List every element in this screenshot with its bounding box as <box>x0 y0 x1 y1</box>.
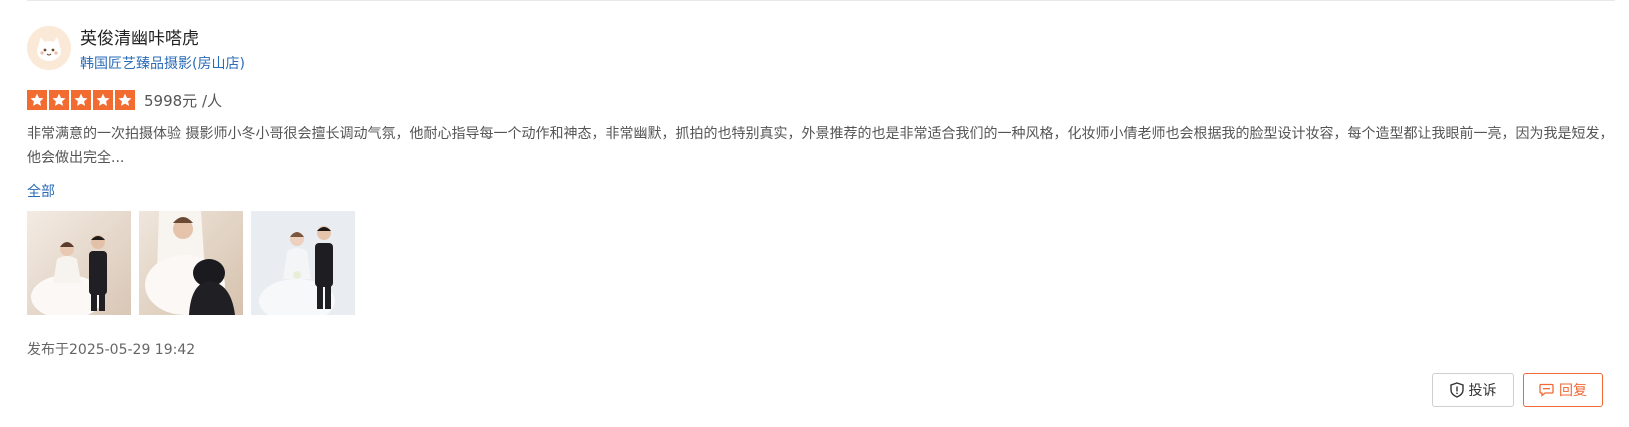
avatar-icon <box>27 26 71 70</box>
wedding-photo-icon <box>251 211 355 315</box>
photo-gallery <box>27 211 355 315</box>
show-all-link[interactable]: 全部 <box>27 181 55 201</box>
top-divider <box>27 0 1615 1</box>
star-icon <box>115 90 135 110</box>
reply-label: 回复 <box>1559 383 1587 399</box>
star-icon <box>27 90 47 110</box>
report-label: 投诉 <box>1468 383 1497 399</box>
user-name: 英俊清幽咔嗒虎 <box>80 29 199 49</box>
review-text: 非常满意的一次拍摄体验 摄影师小冬小哥很会擅长调动气氛，他耐心指导每一个动作和神… <box>27 126 1614 166</box>
avatar[interactable] <box>27 26 71 70</box>
review-photo[interactable] <box>139 211 243 315</box>
star-icon <box>93 90 113 110</box>
review-photo[interactable] <box>251 211 355 315</box>
shield-warning-icon <box>1449 382 1464 398</box>
star-icon <box>71 90 91 110</box>
reply-button[interactable]: 回复 <box>1523 373 1603 407</box>
star-icon <box>49 90 69 110</box>
price-per-person: 5998元 /人 <box>144 91 222 110</box>
comment-icon <box>1539 383 1554 397</box>
rating-row: 5998元 /人 <box>27 89 222 111</box>
review-photo[interactable] <box>27 211 131 315</box>
post-timestamp: 发布于2025-05-29 19:42 <box>27 342 196 358</box>
star-rating <box>27 90 135 110</box>
wedding-photo-icon <box>27 211 131 315</box>
shop-link[interactable]: 韩国匠艺臻品摄影(房山店) <box>80 53 245 73</box>
report-button[interactable]: 投诉 <box>1432 373 1514 407</box>
wedding-photo-icon <box>139 211 243 315</box>
